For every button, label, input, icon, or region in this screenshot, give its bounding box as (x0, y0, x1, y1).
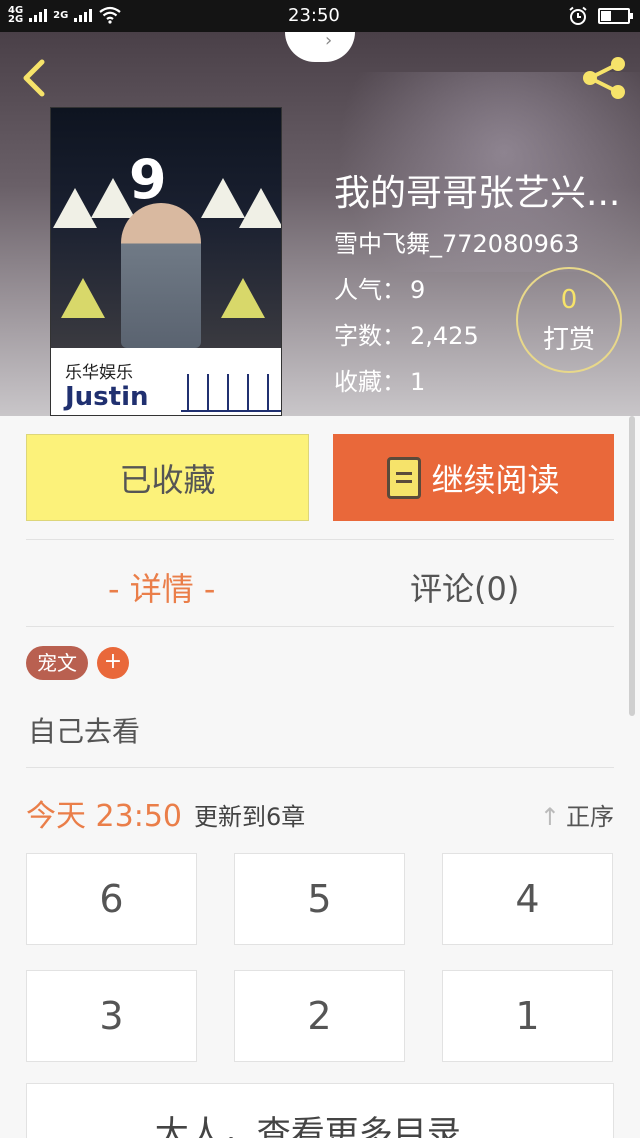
cover-brand: 乐华娱乐 (65, 363, 133, 383)
book-detail-content: 已收藏 继续阅读 - 详情 - 评论(0) 宠文 + 自己去看 今天 23:50… (0, 416, 640, 1138)
chapter-button[interactable]: 1 (442, 970, 613, 1062)
cover-graphic (181, 368, 281, 412)
tip-label: 打赏 (542, 325, 595, 355)
book-cover[interactable]: 9 乐华娱乐 Justin (50, 107, 282, 416)
signal-strength-icon (29, 8, 48, 22)
arrow-up-icon: ↑ (539, 803, 560, 831)
update-info: 今天 23:50 更新到6章 ↑ 正序 (26, 791, 614, 834)
share-button[interactable] (578, 54, 630, 102)
pull-down-tab[interactable]: › (285, 32, 355, 62)
tag-chip[interactable]: 宠文 (26, 646, 88, 680)
sort-order-button[interactable]: ↑ 正序 (540, 797, 614, 832)
pull-chevron-icon: › (325, 32, 333, 51)
battery-icon (598, 8, 633, 24)
book-icon (387, 456, 422, 499)
favorited-button[interactable]: 已收藏 (26, 434, 309, 521)
book-title: 我的哥哥张艺兴... (334, 173, 621, 214)
book-description: 自己去看 (28, 715, 141, 748)
stat-favorites: 收藏： 1 (334, 368, 426, 396)
signal-indicators: 4G 2G 2G (8, 6, 122, 25)
tab-comments[interactable]: 评论(0) (410, 564, 519, 610)
continue-reading-label: 继续阅读 (431, 460, 560, 499)
network-type-3: 2G (53, 9, 69, 21)
cover-name: Justin (65, 382, 149, 412)
stat-popularity: 人气： 9 (334, 276, 426, 304)
chapter-button[interactable]: 3 (26, 970, 197, 1062)
chapter-button[interactable]: 2 (234, 970, 405, 1062)
stat-word-count: 字数： 2,425 (334, 322, 479, 350)
network-type-2: 2G (8, 14, 24, 25)
chapter-button[interactable]: 4 (442, 853, 613, 945)
chapter-button[interactable]: 6 (26, 853, 197, 945)
cover-singer (121, 203, 201, 348)
update-text: 更新到6章 (194, 803, 306, 831)
tip-button[interactable]: 0 打赏 (516, 267, 622, 373)
scrollbar[interactable] (629, 416, 635, 716)
tip-count: 0 (560, 285, 578, 315)
view-more-label: 大人，查看更多目录 (154, 1114, 461, 1138)
alarm-icon (569, 6, 587, 25)
wifi-icon (99, 6, 122, 24)
chapter-button[interactable]: 5 (234, 853, 405, 945)
signal-strength-2-icon (74, 8, 93, 22)
book-author[interactable]: 雪中飞舞_772080963 (334, 224, 579, 259)
book-header: › 9 乐华娱乐 Justin 我的哥哥张艺兴... 雪中飞舞_77208096… (0, 32, 640, 416)
status-bar: 4G 2G 2G 23:50 (0, 0, 640, 32)
add-tag-button[interactable]: + (97, 647, 129, 679)
continue-reading-button[interactable]: 继续阅读 (333, 434, 614, 521)
update-time: 今天 23:50 (26, 799, 182, 834)
view-more-chapters-button[interactable]: 大人，查看更多目录 ⌄ (26, 1083, 614, 1138)
chevron-down-icon: ⌄ (467, 1126, 485, 1138)
clock: 23:50 (288, 5, 340, 26)
tab-detail[interactable]: - 详情 - (108, 564, 215, 610)
cover-photo: 9 (51, 108, 281, 348)
share-icon (583, 57, 625, 99)
back-button[interactable] (16, 54, 56, 102)
chevron-left-icon (23, 59, 45, 97)
